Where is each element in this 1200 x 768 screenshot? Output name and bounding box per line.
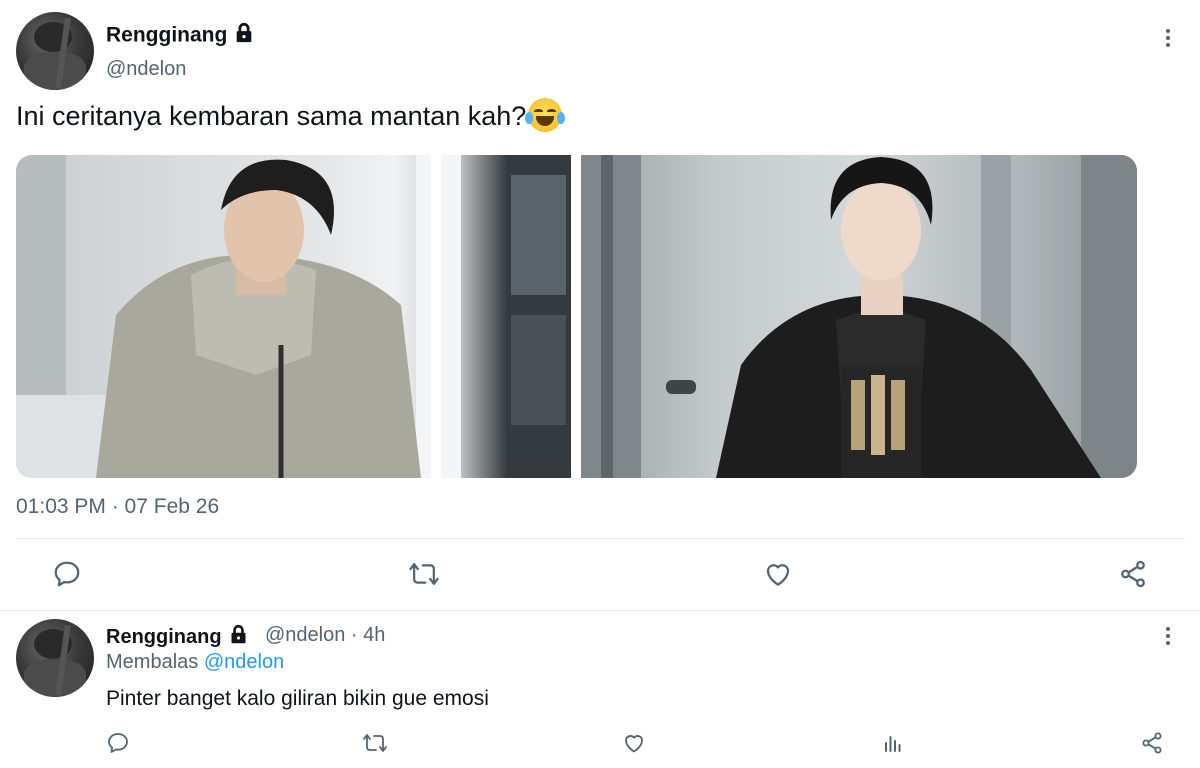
- replying-to-link[interactable]: @ndelon: [204, 651, 284, 673]
- reply-icon[interactable]: [104, 730, 132, 756]
- divider: [16, 538, 1185, 539]
- like-icon[interactable]: [620, 730, 648, 756]
- tweet-timestamp[interactable]: 01:03 PM · 07 Feb 26: [16, 495, 219, 519]
- tweet-text: Ini ceritanya kembaran sama mantan kah?: [16, 98, 566, 135]
- retweet-icon[interactable]: [405, 558, 443, 590]
- share-icon[interactable]: [1115, 558, 1151, 590]
- lock-icon: [233, 22, 255, 50]
- more-options-icon[interactable]: [1158, 623, 1178, 649]
- tweet-display-name[interactable]: Rengginang: [106, 22, 255, 50]
- display-name-text: Rengginang: [106, 23, 228, 47]
- views-icon[interactable]: [879, 730, 907, 756]
- tweet-avatar[interactable]: [16, 12, 94, 90]
- tweet-text-content: Ini ceritanya kembaran sama mantan kah?: [16, 101, 527, 132]
- reply-display-name[interactable]: Rengginang: [106, 624, 249, 651]
- photo-person-leather-jacket-icon: [581, 155, 1137, 478]
- tweet-photo-1[interactable]: [16, 155, 571, 478]
- reply-avatar[interactable]: [16, 619, 94, 697]
- more-options-icon[interactable]: [1158, 25, 1178, 51]
- replying-prefix: Membalas: [106, 651, 199, 673]
- tweet-handle[interactable]: @ndelon: [106, 58, 186, 81]
- photo-person-hoodie-icon: [16, 155, 571, 478]
- replying-to: Membalas @ndelon: [106, 651, 284, 674]
- reply-icon[interactable]: [49, 558, 85, 590]
- reply-text: Pinter banget kalo giliran bikin gue emo…: [106, 687, 489, 710]
- display-name-text: Rengginang: [106, 625, 222, 648]
- retweet-icon[interactable]: [360, 730, 390, 756]
- tears-of-joy-emoji-icon: [525, 98, 566, 132]
- reply-handle-time[interactable]: @ndelon · 4h: [265, 624, 385, 647]
- divider: [0, 610, 1200, 611]
- tweet-photo-2[interactable]: [581, 155, 1137, 478]
- lock-icon: [228, 624, 249, 651]
- like-icon[interactable]: [760, 558, 796, 590]
- share-icon[interactable]: [1138, 730, 1166, 756]
